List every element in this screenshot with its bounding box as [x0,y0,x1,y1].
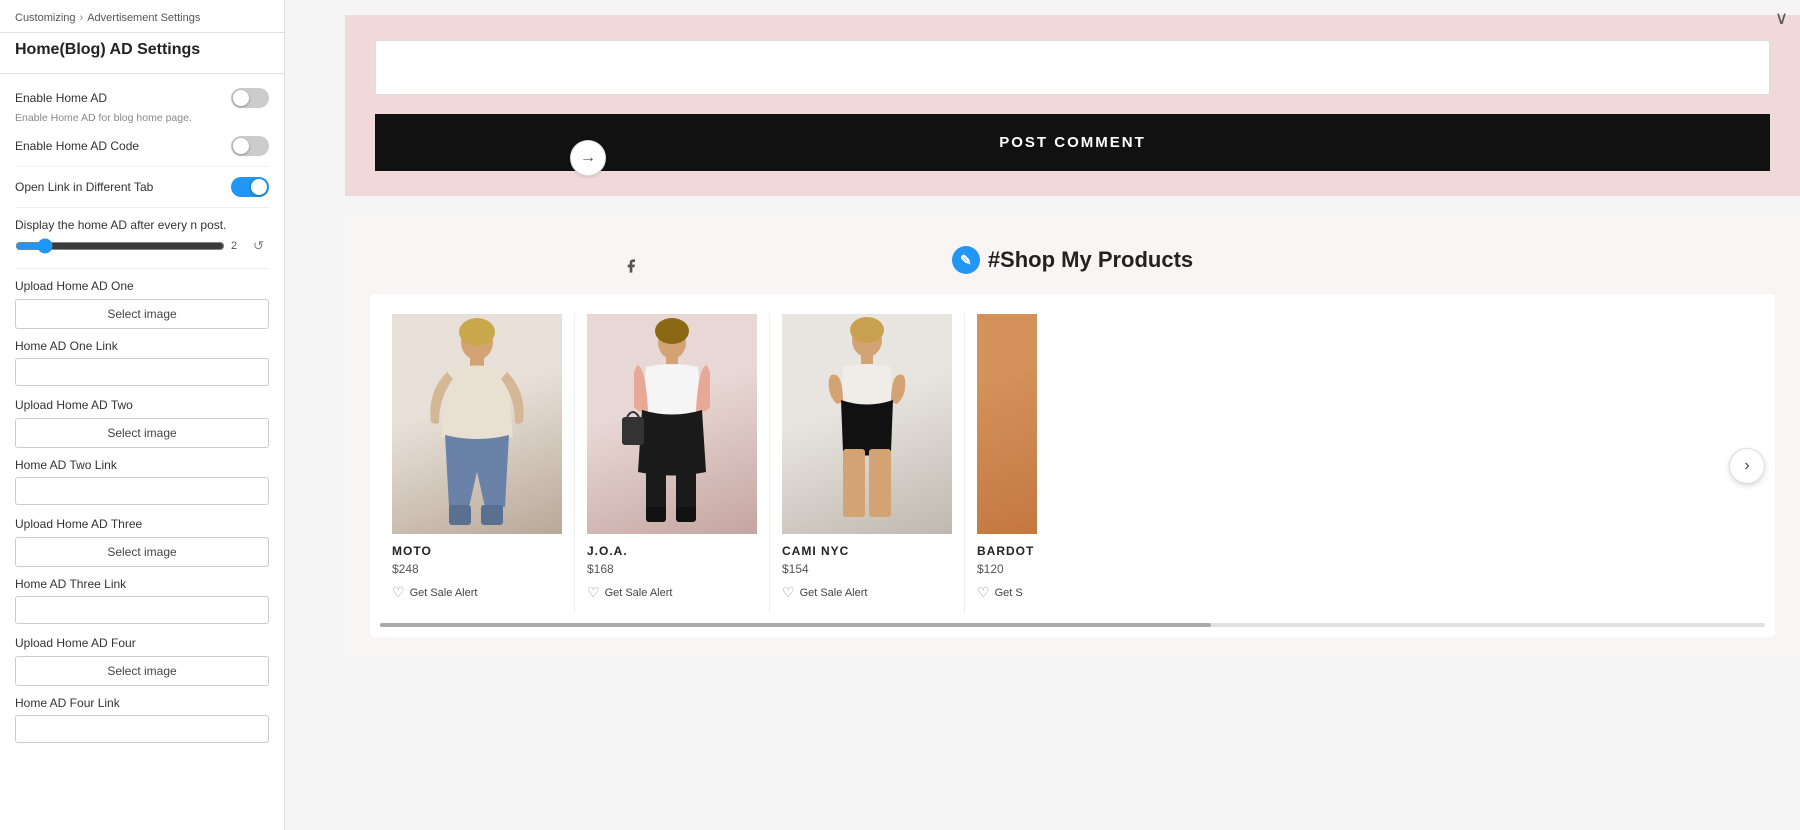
ad-two-link-label: Home AD Two Link [15,458,269,472]
sale-alert-btn-3[interactable]: ♡ Get Sale Alert [782,584,867,601]
select-image-one-button[interactable]: Select image [15,299,269,329]
heart-icon-4: ♡ [977,584,990,601]
ad-three-link-input[interactable] [15,596,269,624]
open-link-label: Open Link in Different Tab [15,180,153,194]
divider-2 [15,207,269,208]
sale-alert-label-3: Get Sale Alert [800,587,868,599]
ad-four-link-label: Home AD Four Link [15,696,269,710]
slider-section: Display the home AD after every n post. … [15,218,269,254]
select-image-four-button[interactable]: Select image [15,656,269,686]
divider-3 [15,268,269,269]
panel-title: Home(Blog) AD Settings [0,33,284,74]
product-card-4: BARDOT $120 ♡ Get S [965,314,1049,613]
content-area: POST COMMENT ✎ #Shop My Products [345,0,1800,657]
breadcrumb-part2: Advertisement Settings [87,12,200,24]
product-image-1[interactable] [392,314,562,534]
product-card: MOTO $248 ♡ Get Sale Alert [380,314,575,613]
arrow-icon: → [580,149,596,167]
top-bar: ∨ [1763,0,1800,37]
enable-home-ad-label: Enable Home AD [15,91,107,105]
product-image-4[interactable] [977,314,1037,534]
sale-alert-btn-2[interactable]: ♡ Get Sale Alert [587,584,672,601]
enable-home-ad-code-label: Enable Home AD Code [15,139,139,153]
ad-two-link-section: Home AD Two Link [15,458,269,505]
enable-home-ad-desc: Enable Home AD for blog home page. [15,112,269,124]
heart-icon-1: ♡ [392,584,405,601]
product-brand-2: J.O.A. [587,544,757,558]
ad-one-link-input[interactable] [15,358,269,386]
product-image-3[interactable] [782,314,952,534]
product-brand-3: CAMI NYC [782,544,952,558]
upload-ad-three-label: Upload Home AD Three [15,517,269,531]
left-panel: Customizing › Advertisement Settings Hom… [0,0,285,830]
upload-ad-three-section: Upload Home AD Three Select image [15,517,269,567]
scroll-thumb [380,623,1211,627]
right-content: ∨ → PO [285,0,1800,830]
ad-one-link-label: Home AD One Link [15,339,269,353]
open-link-toggle[interactable] [231,177,269,197]
product-price-2: $168 [587,562,757,576]
enable-home-ad-code-toggle[interactable] [231,136,269,156]
upload-ad-one-section: Upload Home AD One Select image [15,279,269,329]
slider-row: 2 ↺ [15,238,269,254]
sale-alert-btn-1[interactable]: ♡ Get Sale Alert [392,584,477,601]
upload-ad-four-label: Upload Home AD Four [15,636,269,650]
display-after-slider[interactable] [15,238,225,254]
slider-value: 2 [231,240,247,252]
divider-1 [15,166,269,167]
comment-section: POST COMMENT [345,15,1800,196]
open-link-row: Open Link in Different Tab [15,177,269,197]
enable-home-ad-code-row: Enable Home AD Code [15,136,269,156]
products-row: MOTO $248 ♡ Get Sale Alert [380,314,1765,613]
upload-ad-four-section: Upload Home AD Four Select image [15,636,269,686]
product-price-3: $154 [782,562,952,576]
heart-icon-3: ♡ [782,584,795,601]
product-card-3: CAMI NYC $154 ♡ Get Sale Alert [770,314,965,613]
ad-four-link-input[interactable] [15,715,269,743]
comment-textarea[interactable] [375,40,1770,95]
scroll-right-button[interactable]: › [1729,448,1765,484]
product-price-4: $120 [977,562,1037,576]
sale-alert-label-2: Get Sale Alert [605,587,673,599]
products-scroll-container: MOTO $248 ♡ Get Sale Alert [370,294,1775,637]
upload-ad-two-label: Upload Home AD Two [15,398,269,412]
product-price-1: $248 [392,562,562,576]
select-image-two-button[interactable]: Select image [15,418,269,448]
ad-three-link-label: Home AD Three Link [15,577,269,591]
ad-four-link-section: Home AD Four Link [15,696,269,743]
sale-alert-label-4: Get S [995,587,1023,599]
middle-nav: → [570,140,606,176]
product-image-2[interactable] [587,314,757,534]
facebook-icon[interactable] [615,250,647,282]
slider-label: Display the home AD after every n post. [15,218,269,232]
enable-home-ad-toggle[interactable] [231,88,269,108]
product-brand-4: BARDOT [977,544,1037,558]
nav-arrow-button[interactable]: → [570,140,606,176]
shop-icon: ✎ [952,246,980,274]
sale-alert-label-1: Get Sale Alert [410,587,478,599]
breadcrumb: Customizing › Advertisement Settings [0,0,284,33]
shop-title-text: #Shop My Products [988,247,1193,273]
right-wrapper: ∨ → PO [285,0,1800,830]
heart-icon-2: ♡ [587,584,600,601]
ad-two-link-input[interactable] [15,477,269,505]
product-card-2: J.O.A. $168 ♡ Get Sale Alert [575,314,770,613]
upload-ad-two-section: Upload Home AD Two Select image [15,398,269,448]
panel-body: Enable Home AD Enable Home AD for blog h… [0,74,284,769]
upload-ad-one-label: Upload Home AD One [15,279,269,293]
enable-home-ad-row: Enable Home AD [15,88,269,108]
breadcrumb-part1: Customizing [15,12,76,24]
scroll-bar[interactable] [380,623,1765,627]
shop-title: ✎ #Shop My Products [370,246,1775,274]
ad-one-link-section: Home AD One Link [15,339,269,386]
select-image-three-button[interactable]: Select image [15,537,269,567]
product-brand-1: MOTO [392,544,562,558]
sale-alert-btn-4[interactable]: ♡ Get S [977,584,1023,601]
chevron-down-button[interactable]: ∨ [1775,8,1788,29]
breadcrumb-arrow: › [80,12,84,24]
ad-three-link-section: Home AD Three Link [15,577,269,624]
shop-section: ✎ #Shop My Products [345,216,1800,657]
refresh-icon[interactable]: ↺ [253,238,269,254]
